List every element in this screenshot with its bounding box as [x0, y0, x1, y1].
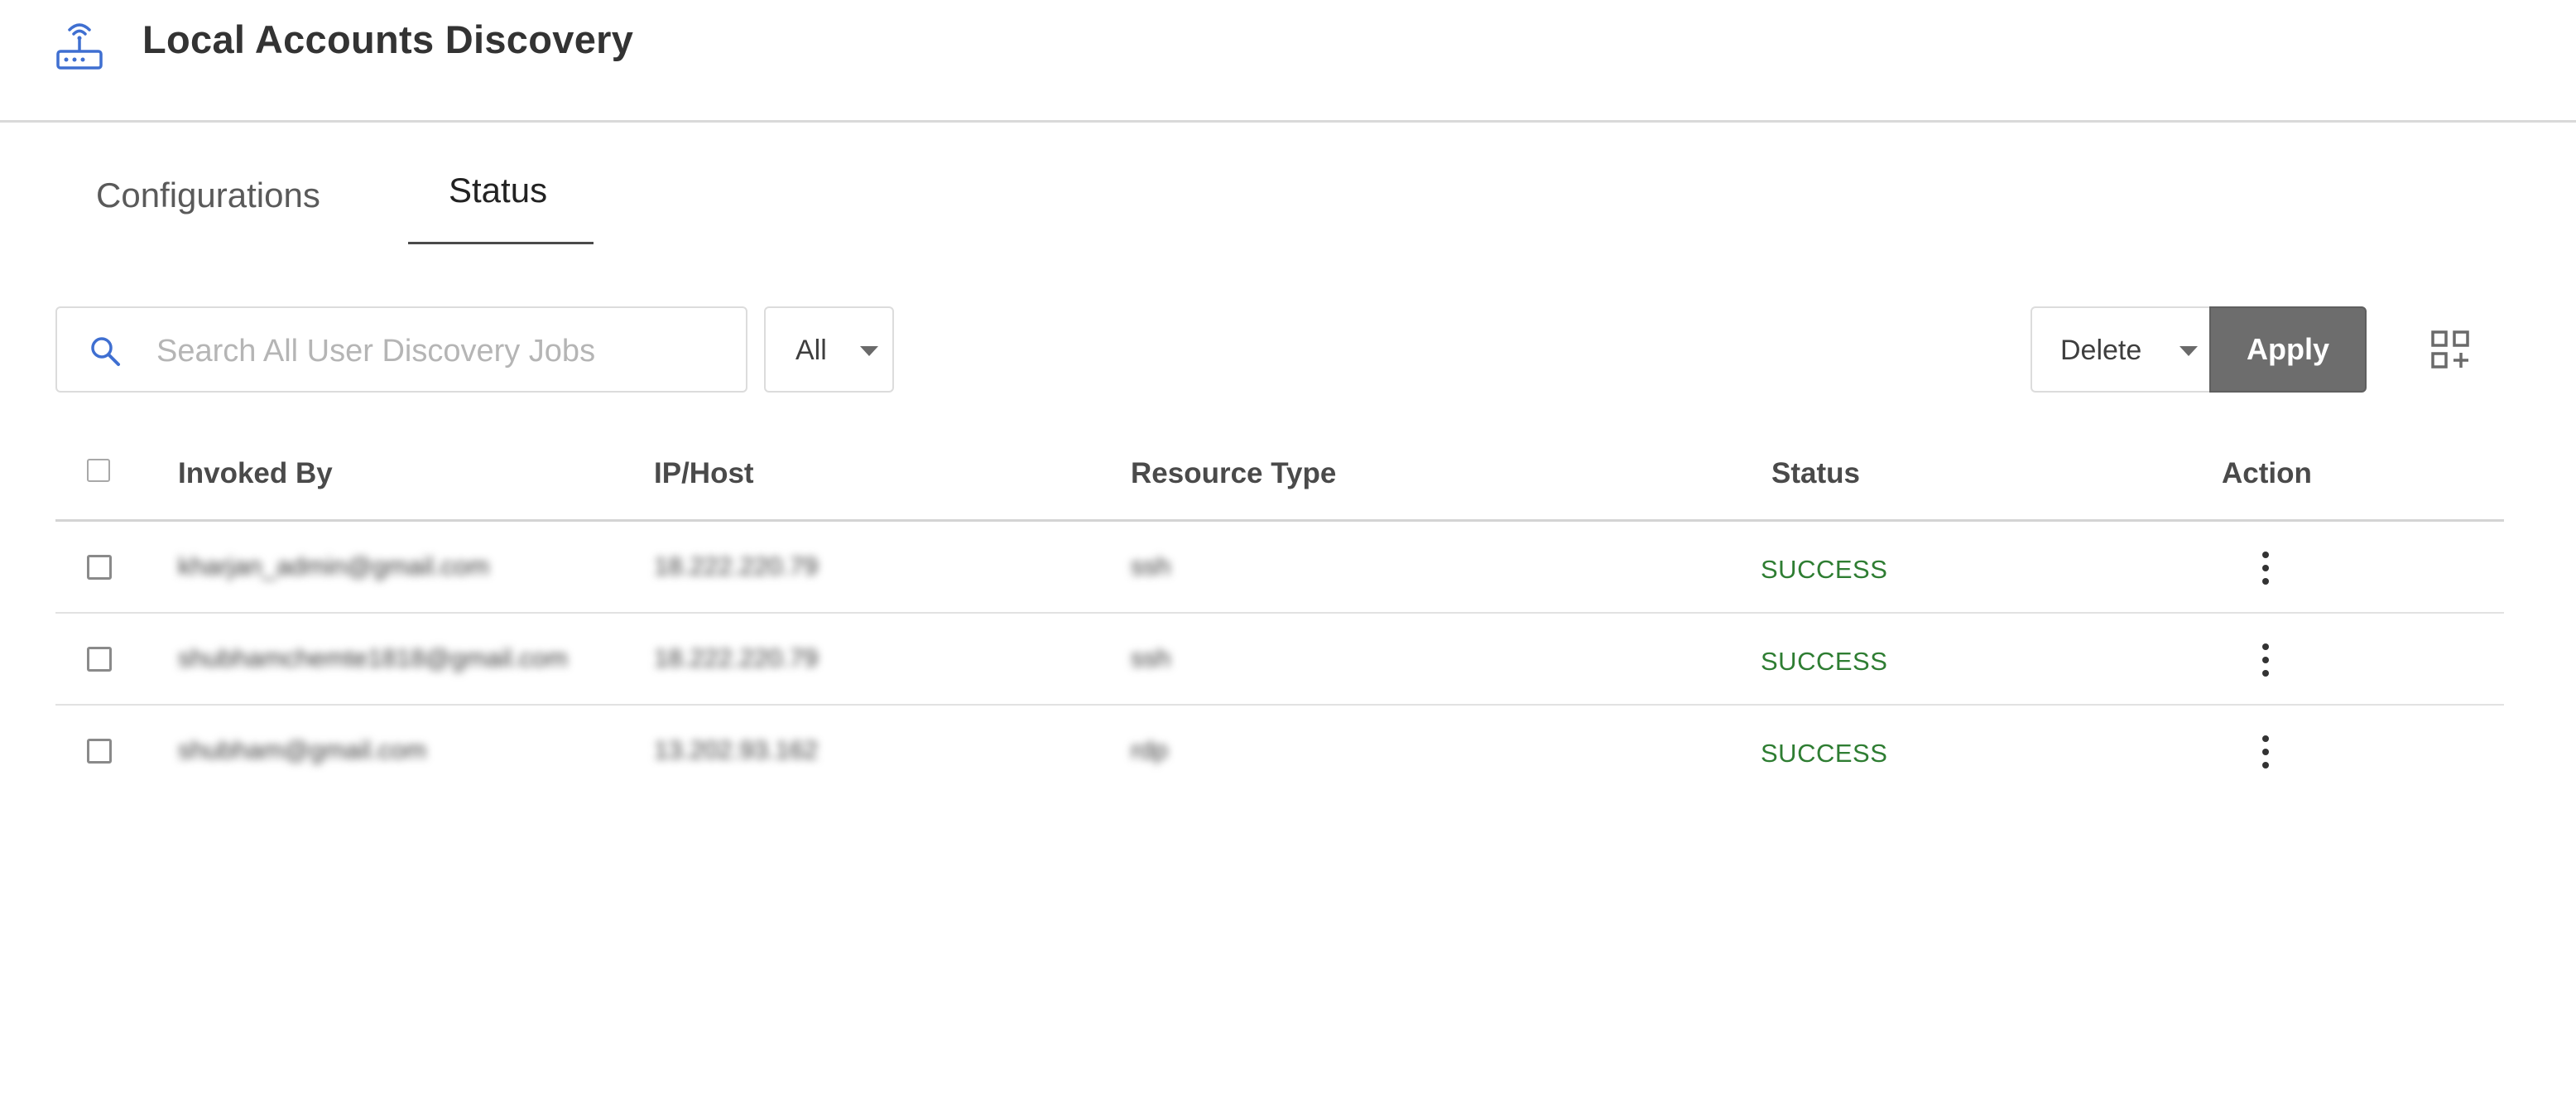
column-header-status[interactable]: Status	[1771, 457, 1860, 490]
active-tab-indicator	[408, 242, 594, 244]
bulk-action-select[interactable]: Delete	[2031, 306, 2213, 393]
page-header: Local Accounts Discovery	[0, 0, 2576, 123]
page-title: Local Accounts Discovery	[142, 17, 634, 61]
resource-type-cell: rdp	[1131, 735, 1168, 764]
resource-type-cell: ssh	[1131, 552, 1171, 581]
search-input[interactable]	[156, 330, 719, 373]
ip-host-cell: 18.222.220.79	[654, 643, 819, 672]
invoked-by-cell: kharjan_admin@gmail.com	[178, 552, 490, 581]
column-header-resource-type[interactable]: Resource Type	[1131, 457, 1336, 490]
row-checkbox[interactable]	[87, 555, 112, 580]
resource-type-cell: ssh	[1131, 643, 1171, 672]
invoked-by-cell: shubham@gmail.com	[178, 735, 427, 764]
ip-host-cell: 18.222.220.79	[654, 552, 819, 581]
more-vert-icon[interactable]	[2260, 735, 2271, 768]
table-header: Invoked By IP/Host Resource Type Status …	[55, 431, 2504, 522]
search-box[interactable]	[55, 306, 747, 393]
column-header-invoked-by[interactable]: Invoked By	[178, 457, 333, 490]
more-vert-icon[interactable]	[2260, 643, 2271, 677]
table-row: shubhamchemte1818@gmail.com 18.222.220.7…	[55, 614, 2504, 706]
table-row: kharjan_admin@gmail.com 18.222.220.79 ss…	[55, 522, 2504, 614]
filter-select[interactable]: All	[764, 306, 894, 393]
status-badge: SUCCESS	[1761, 647, 1888, 676]
tab-status[interactable]: Status	[449, 171, 547, 210]
more-vert-icon[interactable]	[2260, 552, 2271, 585]
column-header-ip-host[interactable]: IP/Host	[654, 457, 754, 490]
chevron-down-icon	[860, 346, 878, 356]
invoked-by-cell: shubhamchemte1818@gmail.com	[178, 643, 568, 672]
chevron-down-icon	[2180, 346, 2198, 356]
search-icon	[91, 337, 120, 366]
status-badge: SUCCESS	[1761, 555, 1888, 584]
row-checkbox[interactable]	[87, 739, 112, 764]
router-wifi-icon	[56, 23, 103, 70]
select-all-checkbox[interactable]	[87, 459, 110, 482]
filter-select-value: All	[795, 335, 827, 366]
table-row: shubham@gmail.com 13.202.93.162 rdp SUCC…	[55, 706, 2504, 797]
jobs-table: Invoked By IP/Host Resource Type Status …	[55, 431, 2504, 797]
apply-button[interactable]: Apply	[2209, 306, 2367, 393]
column-header-action: Action	[2222, 457, 2312, 489]
status-badge: SUCCESS	[1761, 739, 1888, 768]
ip-host-cell: 13.202.93.162	[654, 735, 819, 764]
grid-add-icon[interactable]	[2430, 330, 2470, 369]
bulk-action-value: Delete	[2060, 335, 2142, 366]
row-checkbox[interactable]	[87, 647, 112, 672]
tab-configurations[interactable]: Configurations	[96, 176, 320, 215]
